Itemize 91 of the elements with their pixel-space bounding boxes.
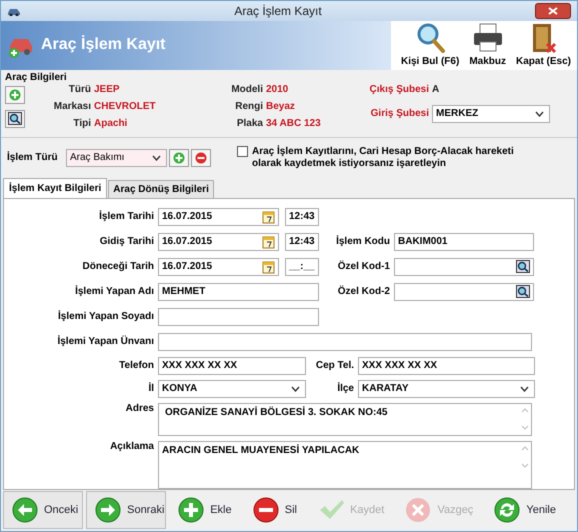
field-label: Döneceği Tarih — [82, 261, 154, 272]
toolbar-button[interactable]: Yenile — [485, 491, 565, 530]
field-label: Gidiş Tarihi — [98, 236, 154, 248]
search-icon — [8, 112, 22, 126]
checkbox-label: Araç İşlem Kayıtlarını, Cari Hesap Borç-Alacak hareketi olarak kaydetmek istiyorsanız işaretleyin — [252, 146, 515, 170]
field-label: Cep Tel. — [314, 360, 354, 372]
dropdown[interactable]: KARATAY — [358, 380, 535, 398]
dropdown[interactable]: KONYA — [158, 380, 306, 398]
caret-icon — [520, 386, 529, 392]
input-field[interactable]: MEHMET — [158, 282, 319, 301]
field-label: Tipi — [72, 118, 91, 130]
input-field[interactable] — [394, 282, 534, 301]
toolbar-button[interactable]: Onceki — [3, 491, 83, 530]
field-label: Özel Kod-2 — [336, 286, 390, 298]
search-icon — [516, 285, 530, 298]
date-field[interactable]: 16.07.2015 — [158, 208, 279, 226]
calendar-icon — [262, 260, 275, 274]
date-field[interactable]: 16.07.2015 — [158, 258, 279, 276]
field-value: CHEVROLET — [94, 101, 156, 112]
scroll-bar — [521, 406, 529, 431]
caret-icon — [291, 386, 300, 392]
caret-icon — [152, 154, 161, 161]
toolbar-button[interactable]: Sonraki — [86, 491, 166, 530]
calendar-icon — [262, 210, 275, 224]
toolbar-button[interactable]: Makbuz — [467, 22, 508, 67]
date-field[interactable]: 16.07.2015 — [158, 232, 279, 251]
add-button[interactable] — [169, 148, 189, 167]
field-label: İşlemi Yapan Ünvanı — [56, 336, 154, 348]
toolbar-button[interactable]: Sil — [244, 491, 306, 530]
field-label: Plaka — [236, 118, 263, 130]
add-icon — [178, 497, 204, 524]
header-title: Araç İşlem Kayıt — [41, 36, 166, 54]
input-field[interactable]: __:__ — [285, 258, 319, 276]
field-label: İşlem Kodu — [335, 236, 390, 248]
dropdown[interactable]: Araç Bakımı — [66, 148, 167, 167]
field-label: İşlem Türü — [7, 152, 59, 164]
cancel-icon — [405, 497, 432, 524]
calendar-icon — [262, 234, 275, 249]
dropdown[interactable]: MERKEZ — [432, 104, 550, 123]
refresh-icon — [494, 497, 520, 524]
close-icon — [548, 6, 558, 15]
input-field[interactable] — [158, 308, 319, 326]
field-label: Modeli — [230, 84, 263, 96]
input-field[interactable] — [158, 332, 532, 351]
scroll-bar — [521, 444, 529, 469]
checkbox[interactable] — [237, 146, 248, 157]
field-label: İl — [147, 383, 154, 394]
remove-icon — [252, 497, 279, 524]
tab[interactable]: İşlem Kayıt Bilgileri — [3, 178, 108, 198]
lookup-button[interactable] — [5, 110, 25, 128]
field-label: Giriş Şubesi — [370, 108, 429, 120]
field-label: Markası — [52, 101, 91, 112]
input-field[interactable]: 12:43 — [285, 232, 319, 251]
field-label: Rengi — [234, 101, 263, 112]
field-value: 2010 — [266, 84, 288, 96]
field-label: İşlemi Yapan Soyadı — [57, 311, 154, 322]
field-label: İşlemi Yapan Adı — [74, 286, 154, 298]
field-label: Türü — [68, 84, 91, 96]
add-icon — [9, 88, 21, 101]
remove-button[interactable] — [191, 148, 211, 167]
input-field[interactable]: 12:43 — [285, 208, 319, 226]
close-button[interactable] — [535, 2, 571, 19]
add-icon — [173, 152, 185, 164]
text-area[interactable]: ARACIN GENEL MUAYENESİ YAPILACAK — [158, 440, 532, 489]
input-field[interactable]: XXX XXX XX XX — [158, 356, 306, 375]
input-field[interactable]: XXX XXX XX XX — [358, 356, 535, 375]
input-field[interactable]: BAKIM001 — [394, 232, 534, 251]
remove-icon — [195, 152, 207, 164]
field-label: İlçe — [336, 383, 354, 394]
toolbar-button[interactable]: Kapat (Esc) — [514, 22, 573, 67]
add-button[interactable] — [5, 86, 25, 104]
input-field[interactable] — [394, 258, 534, 276]
section-title: Araç Bilgileri — [5, 72, 68, 83]
toolbar-button[interactable]: Kişi Bul (F6) — [398, 22, 462, 67]
field-label: Adres — [124, 402, 154, 414]
tab[interactable]: Araç Dönüş Bilgileri — [108, 180, 214, 198]
field-value: A — [432, 84, 440, 96]
field-value: Beyaz — [266, 101, 295, 112]
field-value: Apachi — [94, 118, 128, 130]
text-area[interactable]: ORGANİZE SANAYİ BÖLGESİ 3. SOKAK NO:45 — [158, 402, 532, 436]
field-value: JEEP — [94, 84, 120, 96]
search-icon — [516, 260, 530, 274]
field-label: Özel Kod-1 — [336, 261, 390, 272]
field-label: Telefon — [118, 360, 154, 372]
field-value: 34 ABC 123 — [266, 118, 321, 130]
toolbar-button[interactable]: Ekle — [169, 491, 241, 530]
caret-icon — [535, 110, 544, 117]
window-title: Araç İşlem Kayıt — [233, 4, 323, 18]
field-label: Açıklama — [109, 440, 154, 452]
field-label: Çıkış Şubesi — [368, 84, 429, 96]
field-label: İşlem Tarihi — [98, 211, 154, 222]
